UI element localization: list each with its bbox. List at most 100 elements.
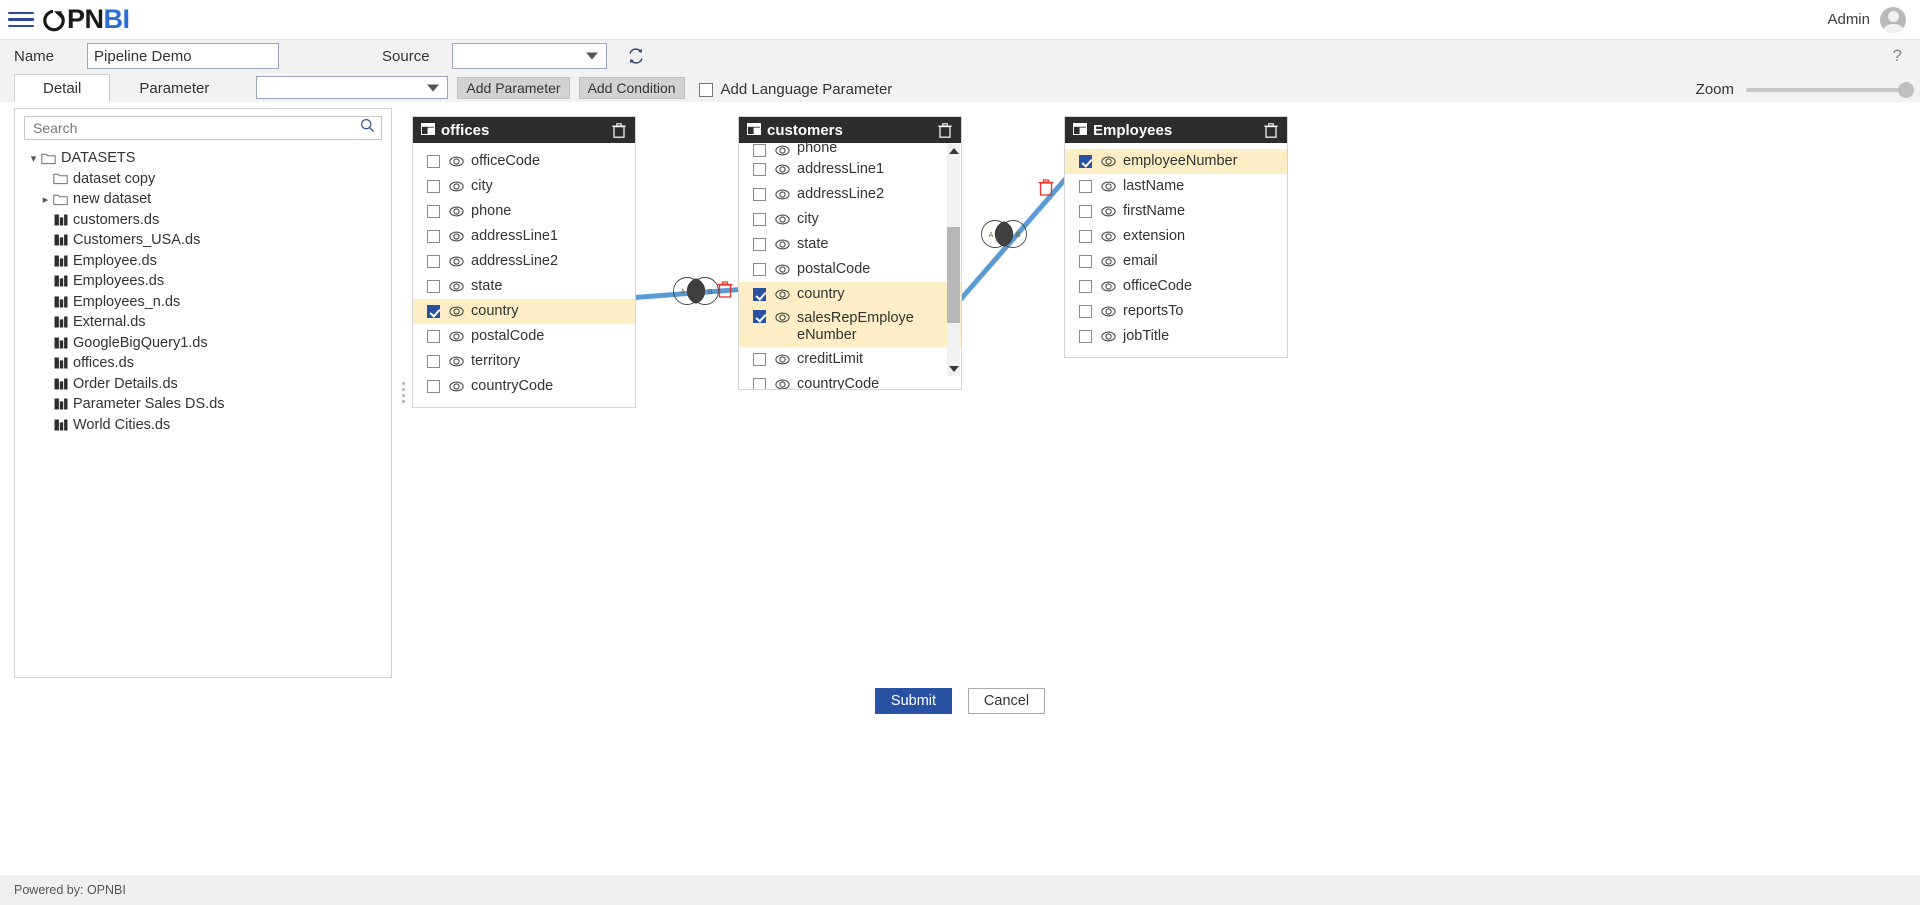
- field-row-phone[interactable]: phone: [413, 199, 635, 224]
- tree-item-employees-ds[interactable]: Employees.ds: [27, 271, 391, 292]
- field-checkbox-state[interactable]: [427, 280, 440, 293]
- add-language-parameter-checkbox[interactable]: [698, 82, 713, 97]
- tree-item-new-dataset[interactable]: ▸ new dataset: [27, 189, 391, 210]
- chevron-right-icon[interactable]: ▸: [39, 193, 52, 206]
- visibility-eye-icon[interactable]: [1101, 155, 1117, 169]
- visibility-eye-icon[interactable]: [1101, 330, 1117, 344]
- visibility-eye-icon[interactable]: [1101, 305, 1117, 319]
- visibility-eye-icon[interactable]: [1101, 255, 1117, 269]
- zoom-slider-thumb[interactable]: [1898, 81, 1914, 98]
- field-checkbox-officeCode[interactable]: [427, 155, 440, 168]
- field-row-officeCode[interactable]: officeCode: [1065, 274, 1287, 299]
- search-icon[interactable]: [360, 118, 375, 138]
- scroll-up-arrow-icon[interactable]: [947, 144, 960, 158]
- visibility-eye-icon[interactable]: [775, 263, 791, 277]
- field-checkbox-reportsTo[interactable]: [1079, 305, 1092, 318]
- field-checkbox-postalCode[interactable]: [753, 263, 766, 276]
- visibility-eye-icon[interactable]: [449, 255, 465, 269]
- table-card-offices[interactable]: offices officeCode city phone addressLine1 ad…: [412, 116, 636, 408]
- field-checkbox-creditLimit[interactable]: [753, 353, 766, 366]
- visibility-eye-icon[interactable]: [775, 238, 791, 252]
- tree-item-offices-ds[interactable]: offices.ds: [27, 353, 391, 374]
- add-parameter-button[interactable]: Add Parameter: [457, 77, 570, 99]
- field-row-postalCode[interactable]: postalCode: [739, 257, 961, 282]
- visibility-eye-icon[interactable]: [449, 155, 465, 169]
- field-checkbox-firstName[interactable]: [1079, 205, 1092, 218]
- tree-item-external-ds[interactable]: External.ds: [27, 312, 391, 333]
- visibility-eye-icon[interactable]: [775, 213, 791, 227]
- field-checkbox-territory[interactable]: [427, 355, 440, 368]
- add-language-parameter-checkbox-group[interactable]: Add Language Parameter: [698, 81, 892, 98]
- visibility-eye-icon[interactable]: [1101, 230, 1117, 244]
- visibility-eye-icon[interactable]: [775, 378, 791, 389]
- tab-parameter[interactable]: Parameter: [110, 74, 238, 102]
- field-checkbox-extension[interactable]: [1079, 230, 1092, 243]
- field-row-addressLine2[interactable]: addressLine2: [739, 182, 961, 207]
- join-delete-icon-2[interactable]: [1037, 178, 1055, 203]
- search-input[interactable]: [31, 119, 360, 137]
- visibility-eye-icon[interactable]: [1101, 205, 1117, 219]
- cancel-button[interactable]: Cancel: [968, 688, 1045, 714]
- field-checkbox-lastName[interactable]: [1079, 180, 1092, 193]
- visibility-eye-icon[interactable]: [775, 188, 791, 202]
- field-checkbox-addressLine2[interactable]: [753, 188, 766, 201]
- visibility-eye-icon[interactable]: [449, 205, 465, 219]
- visibility-eye-icon[interactable]: [1101, 280, 1117, 294]
- tree-item-parameter-sales-ds-ds[interactable]: Parameter Sales DS.ds: [27, 394, 391, 415]
- field-row-countryCode[interactable]: countryCode: [413, 374, 635, 399]
- avatar[interactable]: [1880, 6, 1906, 33]
- field-checkbox-addressLine2[interactable]: [427, 255, 440, 268]
- tree-item-dataset-copy[interactable]: dataset copy: [27, 169, 391, 190]
- field-checkbox-salesRepEmployeeNumber[interactable]: [753, 310, 766, 323]
- field-checkbox-addressLine1[interactable]: [753, 163, 766, 176]
- visibility-eye-icon[interactable]: [449, 305, 465, 319]
- tree-item-customers-ds[interactable]: customers.ds: [27, 210, 391, 231]
- visibility-eye-icon[interactable]: [775, 353, 791, 367]
- field-row-city[interactable]: city: [413, 174, 635, 199]
- table-card-scrollbar[interactable]: [947, 144, 960, 376]
- tree-item-googlebigquery1-ds[interactable]: GoogleBigQuery1.ds: [27, 333, 391, 354]
- field-checkbox-city[interactable]: [753, 213, 766, 226]
- help-icon[interactable]: ?: [1893, 46, 1902, 66]
- field-checkbox-postalCode[interactable]: [427, 330, 440, 343]
- trash-icon[interactable]: [611, 122, 627, 139]
- field-row-state[interactable]: state: [739, 232, 961, 257]
- field-checkbox-state[interactable]: [753, 238, 766, 251]
- panel-splitter-handle[interactable]: [399, 378, 407, 406]
- field-checkbox-addressLine1[interactable]: [427, 230, 440, 243]
- field-row-lastName[interactable]: lastName: [1065, 174, 1287, 199]
- field-row-state[interactable]: state: [413, 274, 635, 299]
- table-card-header[interactable]: offices: [413, 117, 635, 143]
- join-delete-icon-1[interactable]: [716, 280, 734, 305]
- field-checkbox-jobTitle[interactable]: [1079, 330, 1092, 343]
- field-row-firstName[interactable]: firstName: [1065, 199, 1287, 224]
- scroll-down-arrow-icon[interactable]: [947, 362, 960, 376]
- field-row-addressLine1[interactable]: addressLine1: [739, 157, 961, 182]
- tree-item-world-cities-ds[interactable]: World Cities.ds: [27, 415, 391, 436]
- field-checkbox-countryCode[interactable]: [427, 380, 440, 393]
- field-row-employeeNumber[interactable]: employeeNumber: [1065, 149, 1287, 174]
- field-row-country[interactable]: country: [739, 282, 961, 307]
- add-condition-button[interactable]: Add Condition: [578, 77, 685, 99]
- tree-item-employees-n-ds[interactable]: Employees_n.ds: [27, 292, 391, 313]
- trash-icon[interactable]: [937, 122, 953, 139]
- field-row-extension[interactable]: extension: [1065, 224, 1287, 249]
- visibility-eye-icon[interactable]: [775, 288, 791, 302]
- field-checkbox-officeCode[interactable]: [1079, 280, 1092, 293]
- field-row-addressLine2[interactable]: addressLine2: [413, 249, 635, 274]
- field-row-email[interactable]: email: [1065, 249, 1287, 274]
- zoom-slider-track[interactable]: [1746, 81, 1914, 98]
- tree-item-datasets[interactable]: ▾ DATASETS: [27, 148, 391, 169]
- visibility-eye-icon[interactable]: [449, 180, 465, 194]
- zoom-control[interactable]: Zoom: [1696, 81, 1914, 98]
- visibility-eye-icon[interactable]: [775, 143, 791, 157]
- visibility-eye-icon[interactable]: [449, 355, 465, 369]
- scrollbar-thumb[interactable]: [947, 227, 960, 323]
- tree-item-customers-usa-ds[interactable]: Customers_USA.ds: [27, 230, 391, 251]
- visibility-eye-icon[interactable]: [449, 230, 465, 244]
- pipeline-canvas[interactable]: A B A B offices officeCode city phone ad…: [410, 108, 1905, 678]
- field-checkbox-email[interactable]: [1079, 255, 1092, 268]
- join-node-customers-employees[interactable]: A B: [976, 218, 1032, 255]
- field-row-phone[interactable]: phone: [739, 143, 961, 157]
- search-box[interactable]: [24, 116, 382, 140]
